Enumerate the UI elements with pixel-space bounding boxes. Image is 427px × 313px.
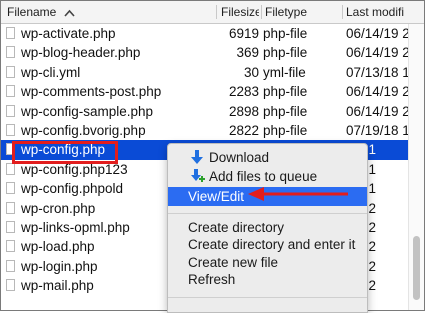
menu-item-add-to-queue-label: Add files to queue <box>209 169 318 184</box>
menu-separator <box>168 213 367 214</box>
menu-item-add-to-queue[interactable]: Add files to queue <box>168 167 367 186</box>
menu-item-create-directory-enter[interactable]: Create directory and enter it <box>168 235 367 254</box>
file-icon <box>6 221 15 233</box>
vertical-scrollbar[interactable] <box>408 24 424 310</box>
file-type: php-file <box>263 45 308 61</box>
file-row[interactable]: wp-comments-post.php 2283 php-file 06/14/19… <box>1 82 410 101</box>
file-size: 2898 <box>228 103 259 119</box>
menu-item-download-label: Download <box>209 150 270 165</box>
file-icon <box>6 162 15 175</box>
file-date: 06/14/19 2 <box>346 103 410 119</box>
file-date: 06/14/19 2 <box>346 26 410 41</box>
file-icon <box>6 65 15 78</box>
file-name: wp-config.bvorig.php <box>21 123 146 138</box>
file-icon <box>6 85 15 98</box>
menu-item-view-edit[interactable]: View/Edit <box>168 187 367 206</box>
file-row[interactable]: wp-config.bvorig.php 2822 php-file 07/19/18… <box>1 121 410 140</box>
file-name: wp-activate.php <box>21 26 116 41</box>
file-icon <box>6 124 15 136</box>
file-size: 2822 <box>228 123 259 138</box>
column-divider[interactable] <box>261 5 262 19</box>
column-header-last-modified-label: Last modifi <box>346 5 405 19</box>
context-menu: Download Add files to queue View/Edit Cr… <box>167 143 368 313</box>
column-header-filesize[interactable]: Filesize <box>221 1 259 23</box>
file-icon <box>6 143 15 156</box>
file-name: wp-cli.yml <box>21 64 81 80</box>
menu-item-refresh-label: Refresh <box>188 272 236 287</box>
menu-item-refresh[interactable]: Refresh <box>168 270 367 289</box>
file-size: 30 <box>243 64 259 80</box>
column-divider[interactable] <box>216 5 217 19</box>
menu-separator <box>168 297 367 298</box>
file-icon <box>6 104 15 117</box>
column-header-filesize-label: Filesize <box>221 5 259 19</box>
file-date: 07/13/18 1 <box>346 64 410 80</box>
menu-item-view-edit-label: View/Edit <box>188 189 245 204</box>
file-type: php-file <box>263 123 308 138</box>
file-icon <box>6 27 15 39</box>
file-size: 369 <box>236 45 259 61</box>
file-type: php-file <box>263 103 308 119</box>
file-icon <box>6 259 15 272</box>
file-icon <box>6 279 15 292</box>
file-icon <box>6 201 15 214</box>
file-name: wp-blog-header.php <box>21 45 141 61</box>
add-queue-icon <box>190 169 205 184</box>
sort-ascending-icon[interactable] <box>64 2 75 23</box>
file-date: 06/14/19 2 <box>346 45 410 61</box>
file-date: 07/19/18 1 <box>346 123 410 138</box>
download-arrow-icon <box>190 150 204 165</box>
file-size: 2283 <box>228 84 259 100</box>
file-row[interactable]: wp-cli.yml 30 yml-file 07/13/18 1 <box>1 63 410 82</box>
file-name: wp-comments-post.php <box>21 84 162 100</box>
column-header-filename-label: Filename <box>7 5 57 19</box>
file-row[interactable]: wp-config-sample.php 2898 php-file 06/14/19… <box>1 102 410 121</box>
file-type: php-file <box>263 26 308 41</box>
file-date: 06/14/19 2 <box>346 84 410 100</box>
file-row[interactable]: wp-activate.php 6919 php-file 06/14/19 2 <box>1 24 410 43</box>
menu-item-create-directory-enter-label: Create directory and enter it <box>188 237 356 252</box>
file-size: 6919 <box>228 26 259 41</box>
file-row[interactable]: wp-blog-header.php 369 php-file 06/14/19 2 <box>1 43 410 62</box>
scrollbar-thumb[interactable] <box>413 236 420 300</box>
menu-item-download[interactable]: Download <box>168 148 367 167</box>
column-header-filetype-label: Filetype <box>265 5 308 19</box>
file-icon <box>6 46 15 59</box>
file-name: wp-config-sample.php <box>21 103 154 119</box>
file-icon <box>6 182 15 195</box>
file-type: php-file <box>263 84 308 100</box>
column-header-last-modified[interactable]: Last modifi <box>346 1 424 23</box>
column-divider[interactable] <box>342 5 343 19</box>
column-header-filename[interactable]: Filename <box>7 1 187 23</box>
column-header-filetype[interactable]: Filetype <box>265 1 340 23</box>
column-header-bar: Filename Filesize Filetype Last modifi <box>1 1 424 24</box>
file-icon <box>6 240 15 253</box>
file-type: yml-file <box>263 64 306 80</box>
